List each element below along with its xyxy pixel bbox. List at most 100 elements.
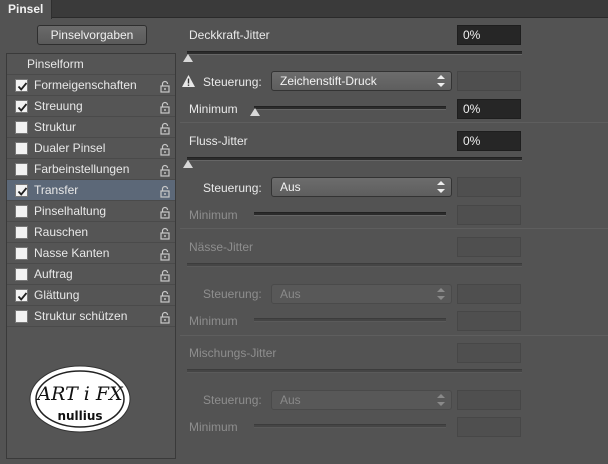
flow-control-label: Steuerung: <box>203 181 262 195</box>
logo-text-bottom: nullius <box>57 409 102 423</box>
flow-jitter-thumb[interactable] <box>183 160 193 168</box>
mix-control-value: Aus <box>280 393 301 407</box>
wetness-jitter-field <box>457 237 521 257</box>
checkbox[interactable] <box>15 121 28 134</box>
list-item[interactable]: Struktur <box>7 117 175 138</box>
mix-control-label: Steuerung: <box>203 393 262 407</box>
checkbox[interactable] <box>15 79 28 92</box>
mix-minimum-slider <box>254 424 446 428</box>
mix-control-select: Aus <box>271 390 452 410</box>
list-item-label: Dualer Pinsel <box>34 141 106 155</box>
lock-icon[interactable] <box>159 79 171 93</box>
list-item-label: Glättung <box>34 288 80 302</box>
lock-icon[interactable] <box>159 205 171 219</box>
list-item-label: Nasse Kanten <box>34 246 110 260</box>
list-item[interactable]: Struktur schützen <box>7 306 175 327</box>
lock-icon[interactable] <box>159 121 171 135</box>
list-item[interactable]: Farbeinstellungen <box>7 159 175 180</box>
flow-minimum-label: Minimum <box>189 208 238 222</box>
mix-jitter-slider <box>187 369 522 373</box>
artifex-logo: ART i FX nullius <box>29 365 131 433</box>
select-arrows-icon <box>437 394 445 406</box>
wetness-minimum-slider <box>254 318 446 322</box>
checkbox[interactable] <box>15 100 28 113</box>
list-item[interactable]: Auftrag <box>7 264 175 285</box>
flow-jitter-slider[interactable] <box>187 157 522 161</box>
checkbox[interactable] <box>15 142 28 155</box>
flow-minimum-slider <box>254 212 446 216</box>
opacity-control-select[interactable]: Zeichenstift-Druck <box>271 71 452 91</box>
mix-jitter-field <box>457 343 521 363</box>
flow-jitter-label: Fluss-Jitter <box>189 134 248 148</box>
checkbox[interactable] <box>15 163 28 176</box>
list-item-label: Pinselform <box>27 57 84 71</box>
list-item[interactable]: Formeigenschaften <box>7 75 175 96</box>
checkbox[interactable] <box>15 310 28 323</box>
checkmark-icon <box>17 103 28 112</box>
lock-icon[interactable] <box>159 142 171 156</box>
lock-icon[interactable] <box>159 163 171 177</box>
section-divider <box>180 122 608 123</box>
opacity-jitter-thumb[interactable] <box>183 54 193 62</box>
list-item-label: Auftrag <box>34 267 73 281</box>
list-item-label: Struktur schützen <box>34 309 128 323</box>
list-item[interactable]: Dualer Pinsel <box>7 138 175 159</box>
list-item-pinselform[interactable]: Pinselform <box>7 54 175 75</box>
list-item[interactable]: Transfer <box>7 180 175 201</box>
select-arrows-icon <box>437 75 445 87</box>
list-item-label: Pinselhaltung <box>34 204 107 218</box>
checkmark-icon <box>17 82 28 91</box>
section-divider <box>180 228 608 229</box>
opacity-jitter-field[interactable]: 0% <box>457 25 521 45</box>
mix-jitter-label: Mischungs-Jitter <box>189 346 277 360</box>
lock-icon[interactable] <box>159 184 171 198</box>
opacity-minimum-slider[interactable] <box>254 106 446 110</box>
logo-text-top: ART i FX <box>35 383 124 405</box>
checkmark-icon <box>17 292 28 301</box>
section-divider <box>180 335 608 336</box>
checkbox[interactable] <box>15 268 28 281</box>
brush-presets-button[interactable]: Pinselvorgaben <box>37 25 147 45</box>
checkbox[interactable] <box>15 247 28 260</box>
opacity-jitter-label: Deckkraft-Jitter <box>189 28 270 42</box>
wetness-control-select: Aus <box>271 284 452 304</box>
select-arrows-icon <box>437 288 445 300</box>
opacity-control-value: Zeichenstift-Druck <box>280 74 377 88</box>
lock-icon[interactable] <box>159 247 171 261</box>
wetness-control-label: Steuerung: <box>203 287 262 301</box>
checkbox[interactable] <box>15 289 28 302</box>
checkbox[interactable] <box>15 184 28 197</box>
lock-icon[interactable] <box>159 289 171 303</box>
warning-icon <box>182 75 195 87</box>
opacity-jitter-slider[interactable] <box>187 51 522 55</box>
list-item[interactable]: Rauschen <box>7 222 175 243</box>
opacity-minimum-label: Minimum <box>189 102 238 116</box>
opacity-control-label: Steuerung: <box>203 75 262 89</box>
select-arrows-icon <box>437 181 445 193</box>
list-item[interactable]: Streuung <box>7 96 175 117</box>
list-item-label: Transfer <box>34 183 79 197</box>
list-item[interactable]: Pinselhaltung <box>7 201 175 222</box>
checkbox[interactable] <box>15 205 28 218</box>
opacity-minimum-field[interactable]: 0% <box>457 99 521 119</box>
list-item[interactable]: Glättung <box>7 285 175 306</box>
lock-icon[interactable] <box>159 100 171 114</box>
mix-minimum-field <box>457 417 521 437</box>
flow-control-select[interactable]: Aus <box>271 177 452 197</box>
lock-icon[interactable] <box>159 268 171 282</box>
opacity-control-extra-field <box>457 71 521 91</box>
list-item[interactable]: Nasse Kanten <box>7 243 175 264</box>
mix-minimum-label: Minimum <box>189 420 238 434</box>
flow-jitter-field[interactable]: 0% <box>457 131 521 151</box>
list-item-label: Farbeinstellungen <box>34 162 130 176</box>
checkbox[interactable] <box>15 226 28 239</box>
opacity-minimum-thumb[interactable] <box>250 108 260 116</box>
lock-icon[interactable] <box>159 226 171 240</box>
flow-control-value: Aus <box>280 180 301 194</box>
tab-pinsel[interactable]: Pinsel <box>0 0 53 19</box>
lock-icon[interactable] <box>159 310 171 324</box>
wetness-minimum-label: Minimum <box>189 314 238 328</box>
wetness-control-extra-field <box>457 284 521 304</box>
flow-control-extra-field <box>457 177 521 197</box>
wetness-jitter-label: Nässe-Jitter <box>189 240 254 254</box>
